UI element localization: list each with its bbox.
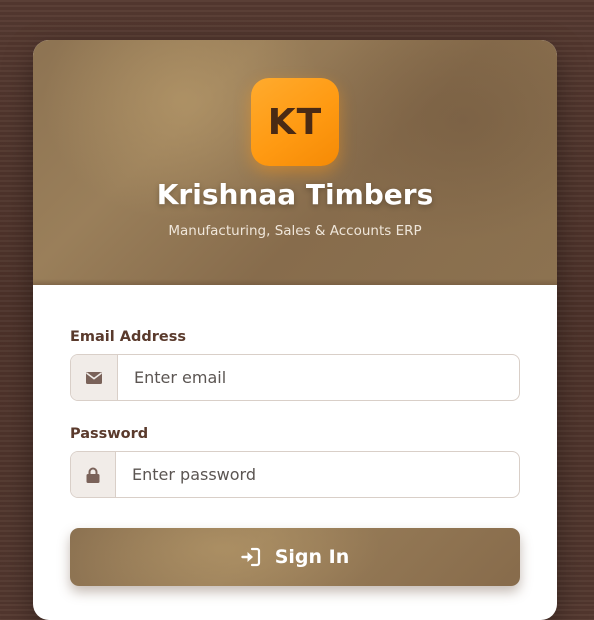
brand-title: Krishnaa Timbers xyxy=(156,178,434,211)
email-input-group xyxy=(70,354,520,401)
header-divider xyxy=(33,279,557,285)
email-input[interactable] xyxy=(118,355,519,400)
logo-text: KT xyxy=(267,101,323,143)
lock-icon xyxy=(71,452,116,497)
brand-subtitle: Manufacturing, Sales & Accounts ERP xyxy=(168,223,422,239)
password-label: Password xyxy=(70,426,149,442)
password-input[interactable] xyxy=(116,452,519,497)
sign-in-label: Sign In xyxy=(274,546,350,568)
password-input-group xyxy=(70,451,520,498)
login-card: KT Krishnaa Timbers Manufacturing, Sales… xyxy=(33,40,557,620)
login-header: KT Krishnaa Timbers Manufacturing, Sales… xyxy=(33,40,557,285)
brand-logo: KT xyxy=(251,78,339,166)
envelope-icon xyxy=(71,355,118,400)
email-label: Email Address xyxy=(70,329,187,345)
sign-in-icon xyxy=(241,547,261,567)
sign-in-button[interactable]: Sign In xyxy=(70,528,520,586)
